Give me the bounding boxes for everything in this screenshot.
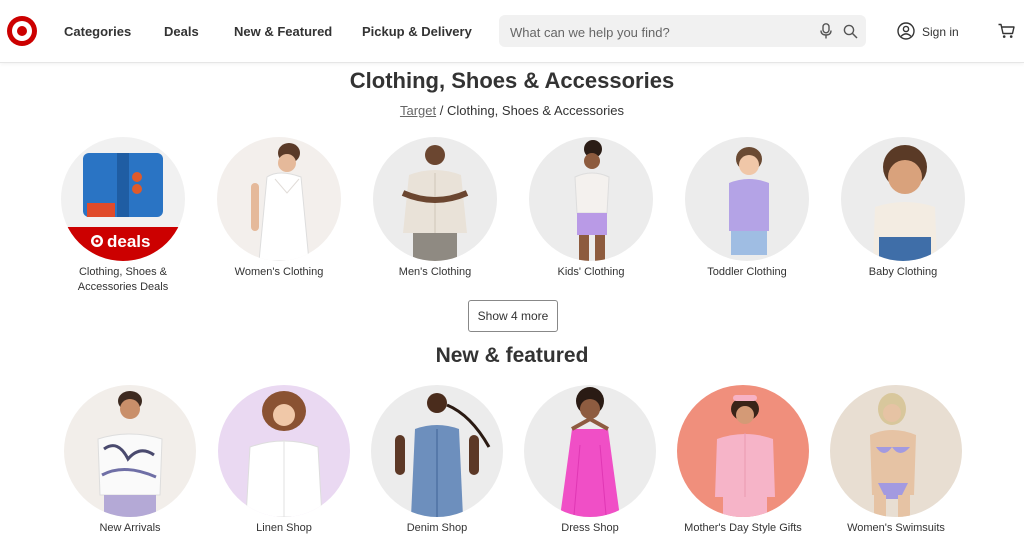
womens-swimsuits-image — [830, 385, 962, 517]
dress-shop-image — [524, 385, 656, 517]
category-label: Women's Clothing — [234, 266, 324, 278]
new-arrivals-image — [64, 385, 196, 517]
sign-in-label: Sign in — [922, 25, 959, 39]
microphone-icon[interactable] — [819, 23, 833, 39]
baby-clothing-image — [841, 137, 965, 261]
show-more-button[interactable]: Show 4 more — [468, 300, 558, 332]
nav-categories[interactable]: Categories — [64, 24, 131, 39]
account-icon — [897, 22, 915, 40]
category-label: Kids' Clothing — [557, 266, 625, 278]
section-title: New & featured — [435, 344, 589, 367]
mothers-day-image — [677, 385, 809, 517]
breadcrumb-separator: / — [439, 103, 444, 118]
toddler-clothing-image — [685, 137, 809, 261]
featured-label: Dress Shop — [561, 522, 619, 534]
mens-clothing-image — [373, 137, 497, 261]
featured-label: New Arrivals — [99, 522, 161, 534]
search-input[interactable] — [508, 15, 812, 49]
deals-image: deals — [61, 137, 185, 261]
cart-icon[interactable] — [998, 23, 1015, 39]
breadcrumb-current: Clothing, Shoes & Accessories — [446, 103, 625, 118]
featured-label: Women's Swimsuits — [847, 522, 945, 534]
search-icon[interactable] — [843, 24, 858, 39]
nav-new-featured[interactable]: New & Featured — [234, 24, 332, 39]
target-logo-icon[interactable] — [6, 15, 38, 47]
search-bar — [499, 15, 866, 49]
breadcrumb: Target / Clothing, Shoes & Accessories — [0, 103, 1024, 118]
site-header: Categories Deals New & Featured Pickup &… — [0, 0, 1024, 63]
category-label: Toddler Clothing — [707, 266, 787, 278]
category-label: Baby Clothing — [868, 266, 938, 278]
page-title: Clothing, Shoes & Accessories — [349, 68, 675, 93]
womens-clothing-image — [217, 137, 341, 261]
kids-clothing-image — [529, 137, 653, 261]
featured-label: Mother's Day Style Gifts — [684, 522, 802, 534]
nav-pickup-delivery[interactable]: Pickup & Delivery — [362, 24, 472, 39]
featured-label: Denim Shop — [406, 522, 468, 534]
breadcrumb-home-link[interactable]: Target — [400, 103, 436, 118]
featured-label: Linen Shop — [256, 522, 312, 534]
category-label: Clothing, Shoes & Accessories Deals — [77, 266, 169, 293]
deals-badge: deals — [107, 232, 150, 251]
denim-shop-image — [371, 385, 503, 517]
target-bullseye-icon — [91, 235, 103, 247]
category-label: Men's Clothing — [398, 266, 472, 278]
linen-shop-image — [218, 385, 350, 517]
nav-deals[interactable]: Deals — [164, 24, 199, 39]
